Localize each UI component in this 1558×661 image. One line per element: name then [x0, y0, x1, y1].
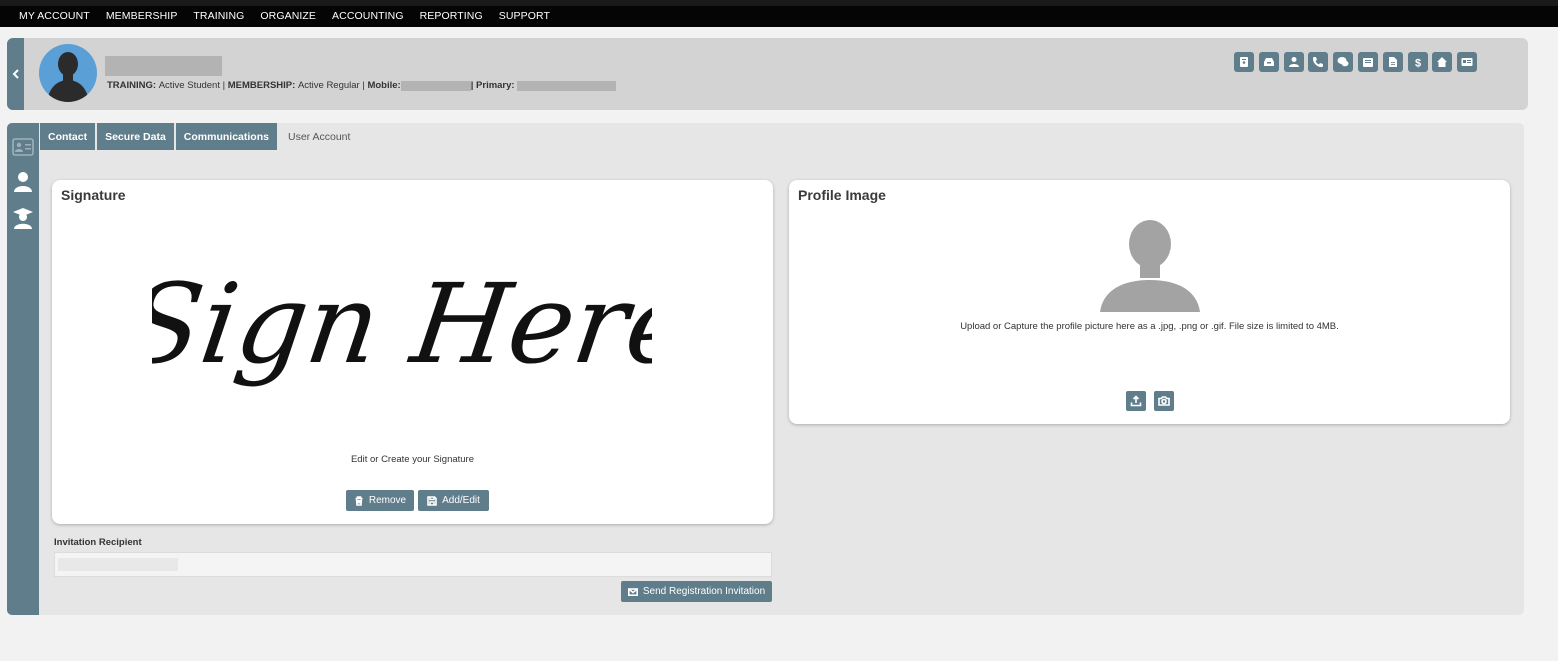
house-icon[interactable] — [1432, 52, 1453, 72]
avatar — [39, 44, 97, 102]
invitation-recipient-label: Invitation Recipient — [54, 537, 142, 548]
member-header: TRAINING: Active Student | MEMBERSHIP: A… — [7, 38, 1528, 110]
svg-text:$: $ — [1415, 58, 1421, 69]
separator: | — [222, 80, 226, 91]
separator: | — [470, 80, 474, 91]
nav-accounting[interactable]: ACCOUNTING — [332, 6, 404, 27]
signature-image[interactable]: Sign Here — [152, 250, 652, 410]
upload-icon — [1130, 395, 1142, 407]
id-card-icon[interactable] — [1457, 52, 1478, 72]
mobile-label: Mobile: — [367, 80, 401, 91]
remove-label: Remove — [368, 495, 407, 506]
nav-training[interactable]: TRAINING — [193, 6, 244, 27]
inbox-icon[interactable] — [1258, 52, 1279, 72]
envelope-icon — [627, 587, 638, 596]
tab-bar: Contact Secure Data Communications User … — [40, 123, 360, 150]
save-icon — [427, 495, 437, 506]
signature-image-text: Sign Here — [152, 260, 652, 388]
main-panel: Contact Secure Data Communications User … — [7, 123, 1524, 615]
nav-my-account[interactable]: MY ACCOUNT — [19, 6, 90, 27]
member-name-redacted — [105, 56, 222, 76]
tab-secure-data[interactable]: Secure Data — [97, 123, 174, 150]
camera-button[interactable] — [1154, 391, 1174, 411]
invitation-recipient-field[interactable] — [54, 552, 772, 577]
training-value: Active Student — [158, 80, 220, 91]
primary-label: Primary: — [476, 80, 515, 91]
membership-value: Active Regular — [297, 80, 360, 91]
dollar-icon[interactable]: $ — [1407, 52, 1428, 72]
membership-label: MEMBERSHIP: — [227, 80, 296, 91]
mail-tray-icon[interactable] — [1357, 52, 1378, 72]
profile-image-caption: Upload or Capture the profile picture he… — [960, 321, 1339, 332]
id-badge-icon[interactable] — [1234, 52, 1254, 72]
primary-redacted — [517, 80, 617, 91]
tab-contact[interactable]: Contact — [40, 123, 96, 150]
tab-user-account[interactable]: User Account — [279, 123, 358, 150]
member-status-line: TRAINING: Active Student | MEMBERSHIP: A… — [107, 80, 617, 91]
remove-button[interactable]: Remove — [346, 490, 414, 511]
add-edit-label: Add/Edit — [442, 495, 480, 506]
camera-icon — [1158, 396, 1170, 406]
trash-icon — [355, 495, 363, 506]
profile-placeholder-icon — [1100, 220, 1200, 312]
person-silhouette-icon — [47, 52, 89, 102]
side-rail — [7, 123, 39, 615]
contact-card-icon[interactable] — [11, 135, 35, 159]
nav-support[interactable]: SUPPORT — [499, 6, 550, 27]
profile-image-title: Profile Image — [798, 187, 886, 203]
top-nav: MY ACCOUNT MEMBERSHIP TRAINING ORGANIZE … — [0, 0, 1558, 27]
phone-icon[interactable] — [1308, 52, 1329, 72]
signature-title: Signature — [61, 187, 126, 203]
tab-communications[interactable]: Communications — [175, 123, 277, 150]
send-invitation-label: Send Registration Invitation — [642, 586, 766, 597]
user-icon[interactable] — [11, 170, 35, 194]
upload-button[interactable] — [1126, 391, 1146, 411]
signature-caption: Edit or Create your Signature — [350, 454, 475, 465]
quick-actions: $ — [1234, 52, 1482, 72]
mobile-redacted — [400, 80, 471, 91]
training-label: TRAINING: — [107, 80, 157, 91]
profile-image-card: Profile Image Upload or Capture the prof… — [789, 180, 1510, 424]
recipient-redacted — [58, 558, 178, 571]
signature-card: Signature Sign Here Edit or Create your … — [52, 180, 773, 524]
chat-icon[interactable] — [1333, 52, 1354, 72]
nav-reporting[interactable]: REPORTING — [420, 6, 483, 27]
add-edit-button[interactable]: Add/Edit — [418, 490, 489, 511]
chevron-left-icon[interactable] — [7, 38, 24, 110]
person-icon[interactable] — [1283, 52, 1304, 72]
separator: | — [362, 80, 365, 91]
student-icon[interactable] — [11, 206, 35, 230]
nav-membership[interactable]: MEMBERSHIP — [106, 6, 178, 27]
nav-organize[interactable]: ORGANIZE — [260, 6, 316, 27]
send-registration-invitation-button[interactable]: Send Registration Invitation — [621, 581, 772, 602]
document-icon[interactable] — [1382, 52, 1403, 72]
